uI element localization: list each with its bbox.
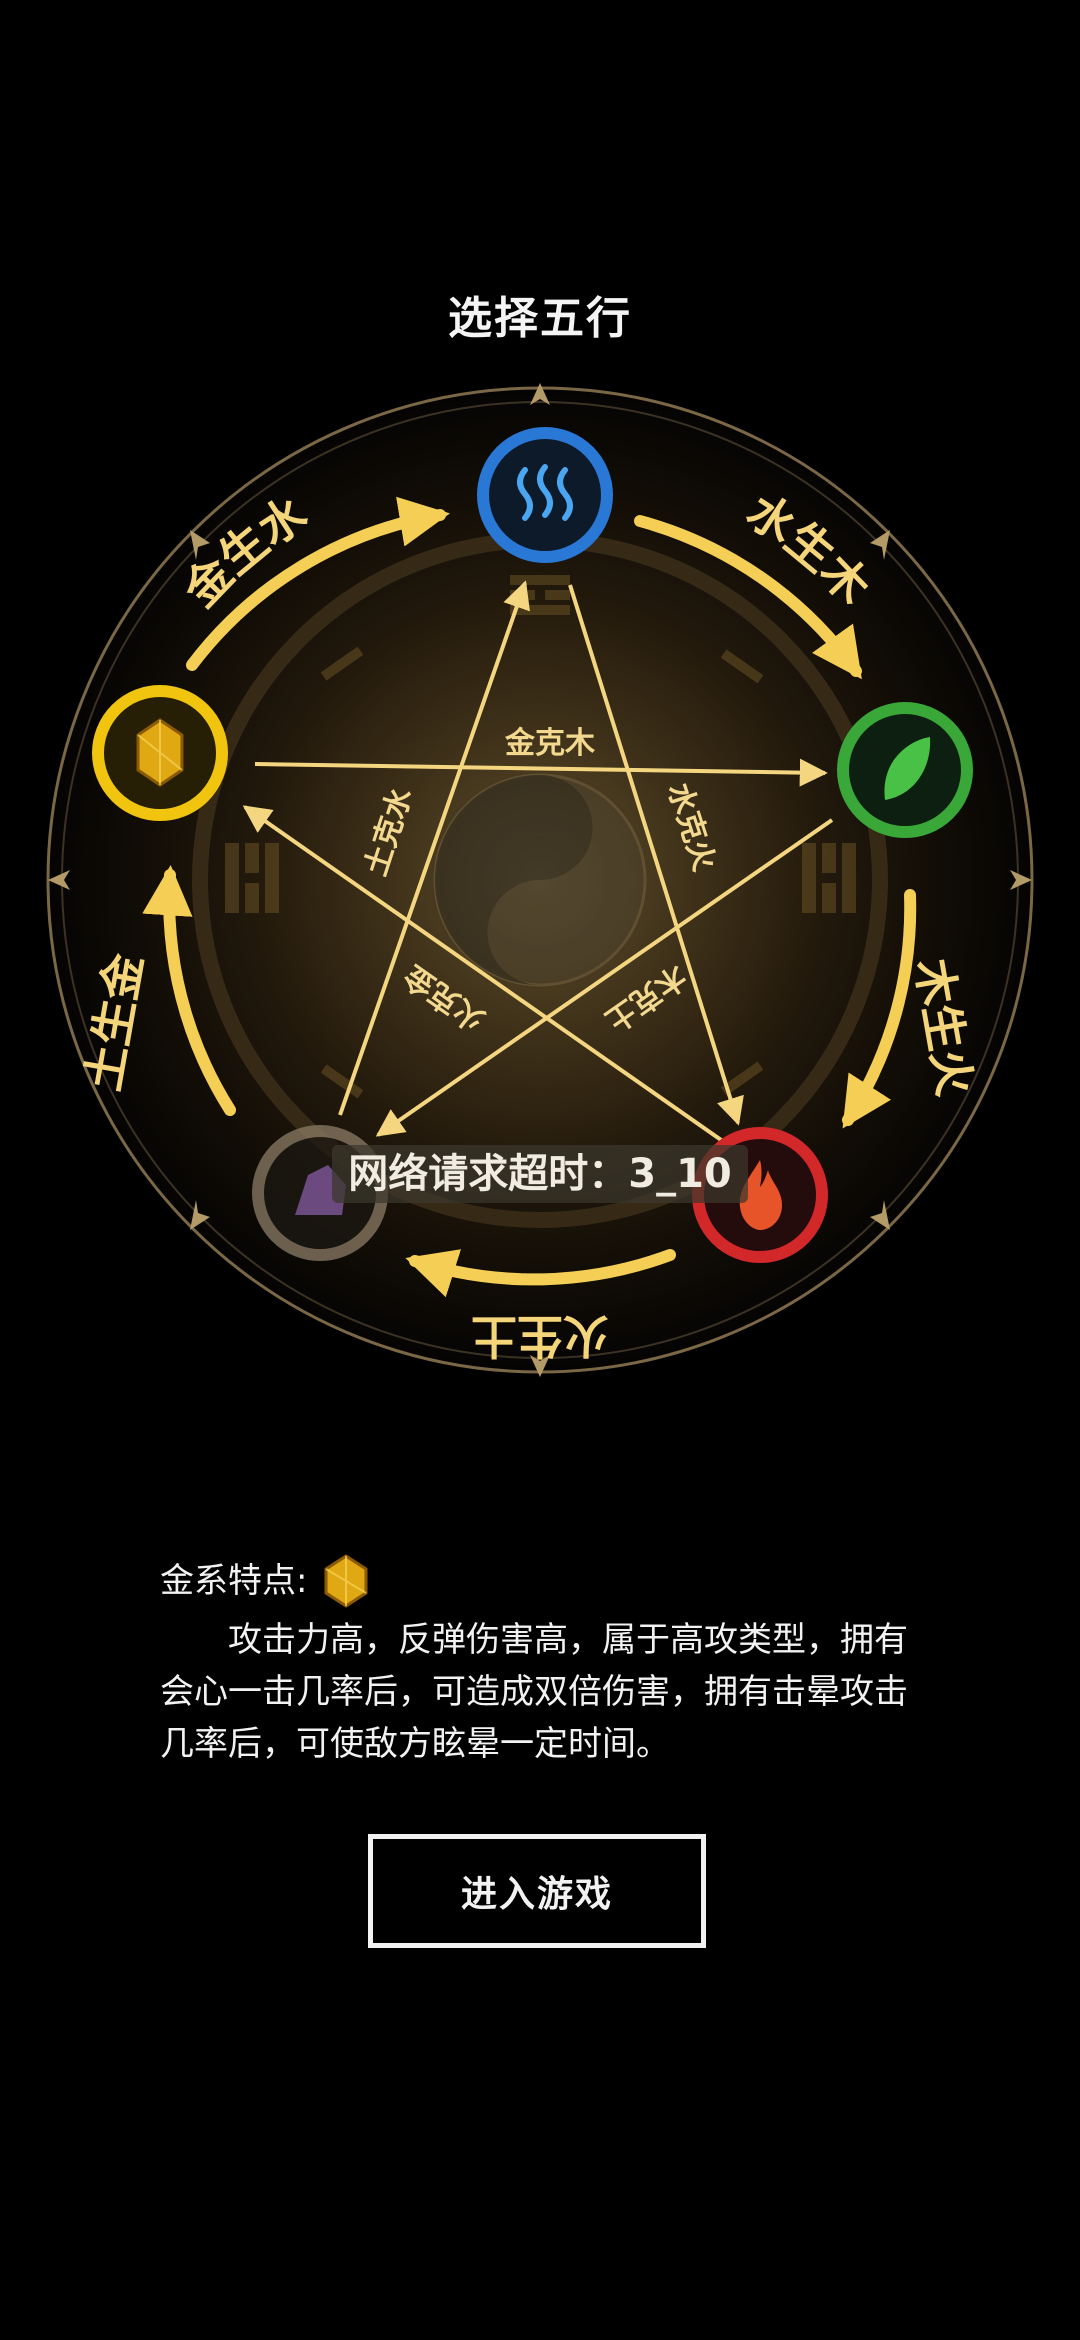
page-title: 选择五行 (448, 293, 632, 344)
description-heading: 金系特点: (160, 1561, 308, 1601)
description-heading-row: 金系特点: (160, 1550, 920, 1612)
gold-crystal-icon (324, 1554, 368, 1608)
element-water[interactable] (477, 427, 613, 563)
enter-game-button[interactable]: 进入游戏 (368, 1834, 706, 1948)
element-description: 金系特点: 攻击力高，反弹伤害高，属于高攻类型，拥有会心一击几率后，可造成双倍伤… (160, 1550, 920, 1770)
description-body: 攻击力高，反弹伤害高，属于高攻类型，拥有会心一击几率后，可造成双倍伤害，拥有击晕… (160, 1620, 908, 1764)
element-wood[interactable] (837, 702, 973, 838)
overcoming-label-metal-wood: 金克木 (504, 726, 595, 761)
element-metal[interactable] (92, 685, 228, 821)
five-elements-wheel: 金克木 土克水 水克火 火克金 木克土 金生水 水生木 木生火 火生土 土生金 (46, 383, 1034, 1377)
network-timeout-toast: 网络请求超时：3_10 (332, 1145, 748, 1203)
generating-label-fire-earth: 火生土 (471, 1309, 609, 1363)
